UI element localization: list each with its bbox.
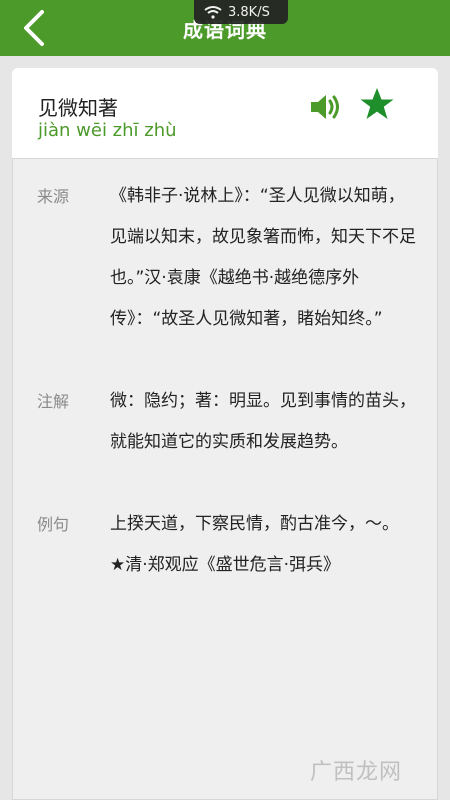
watermark: 广西龙网 bbox=[309, 760, 402, 785]
idiom-header: 见微知著 jiàn wēi zhī zhù bbox=[12, 68, 438, 159]
favorite-star-icon[interactable] bbox=[359, 86, 395, 122]
network-speed: 3.8K/S bbox=[228, 4, 270, 20]
section-label: 来源 bbox=[37, 187, 70, 206]
idiom-title: 见微知著 bbox=[38, 96, 118, 120]
section-label: 注解 bbox=[37, 392, 70, 411]
section-text: 上揆天道，下察民情，酌古准今，～。 ★清·郑观应《盛世危言·弭兵》 bbox=[110, 514, 399, 575]
network-indicator: 3.8K/S bbox=[194, 0, 288, 24]
speaker-icon[interactable] bbox=[308, 90, 342, 124]
idiom-card: 见微知著 jiàn wēi zhī zhù 来源 《韩非子·说林上》：“圣人见微… bbox=[12, 68, 438, 800]
section-text: 微：隐约；著：明显。见到事情的苗头，就能知道它的实质和发展趋势。 bbox=[110, 391, 416, 452]
idiom-pinyin: jiàn wēi zhī zhù bbox=[38, 120, 177, 141]
wifi-icon bbox=[204, 6, 222, 19]
top-app-bar: 成语词典 3.8K/S bbox=[0, 0, 450, 56]
section-label: 例句 bbox=[37, 515, 70, 534]
section-text: 《韩非子·说林上》：“圣人见微以知萌，见端以知末，故见象箸而怖，知天下不足也。”… bbox=[110, 186, 416, 329]
